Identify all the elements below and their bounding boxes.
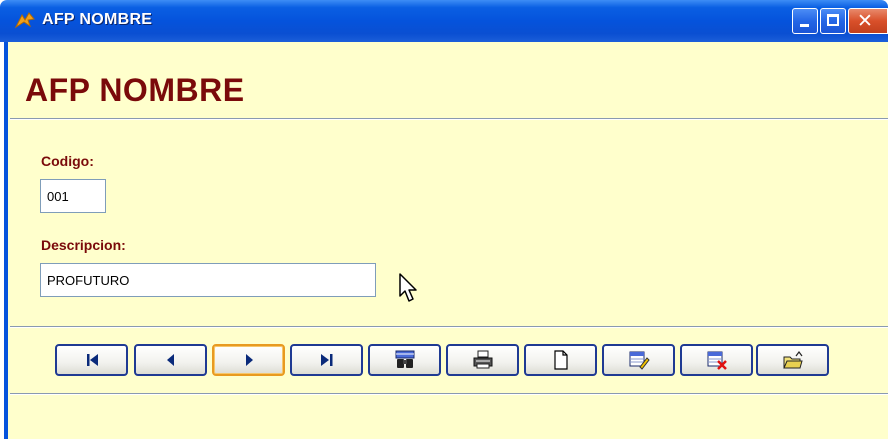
close-button[interactable]: ✕ [848,8,888,34]
title-bar[interactable]: AFP NOMBRE ✕ [0,0,888,42]
printer-icon [473,350,492,369]
open-folder-icon [782,351,803,369]
delete-button[interactable] [680,344,753,376]
maximize-icon [827,14,839,26]
previous-icon [166,354,174,366]
binoculars-icon [395,350,414,368]
codigo-input[interactable] [40,179,106,213]
edit-record-icon [629,351,650,370]
first-icon [86,354,98,366]
find-button[interactable] [368,344,441,376]
last-record-button[interactable] [290,344,363,376]
maximize-button[interactable] [820,8,846,34]
window-title: AFP NOMBRE [42,11,153,28]
print-button[interactable] [446,344,519,376]
codigo-label: Codigo: [41,153,94,169]
mouse-cursor-icon [399,273,417,302]
first-record-button[interactable] [55,344,128,376]
minimize-button[interactable] [792,8,818,34]
previous-record-button[interactable] [134,344,207,376]
divider-middle [10,326,888,328]
descripcion-label: Descripcion: [41,237,126,253]
form-heading: AFP NOMBRE [25,72,245,108]
minimize-icon [800,24,809,27]
next-icon [245,354,253,366]
app-window: AFP NOMBRE ✕ AFP NOMBRE Codigo: Descripc… [0,0,888,439]
close-icon: ✕ [857,10,873,32]
last-icon [320,354,332,366]
next-record-button[interactable] [212,344,285,376]
divider-bottom [10,393,888,395]
exit-button[interactable] [756,344,829,376]
descripcion-input[interactable] [40,263,376,297]
app-icon [14,12,35,29]
new-button[interactable] [524,344,597,376]
blank-page-icon [553,350,568,370]
divider-top [10,118,888,120]
edit-button[interactable] [602,344,675,376]
delete-record-icon [707,351,727,370]
